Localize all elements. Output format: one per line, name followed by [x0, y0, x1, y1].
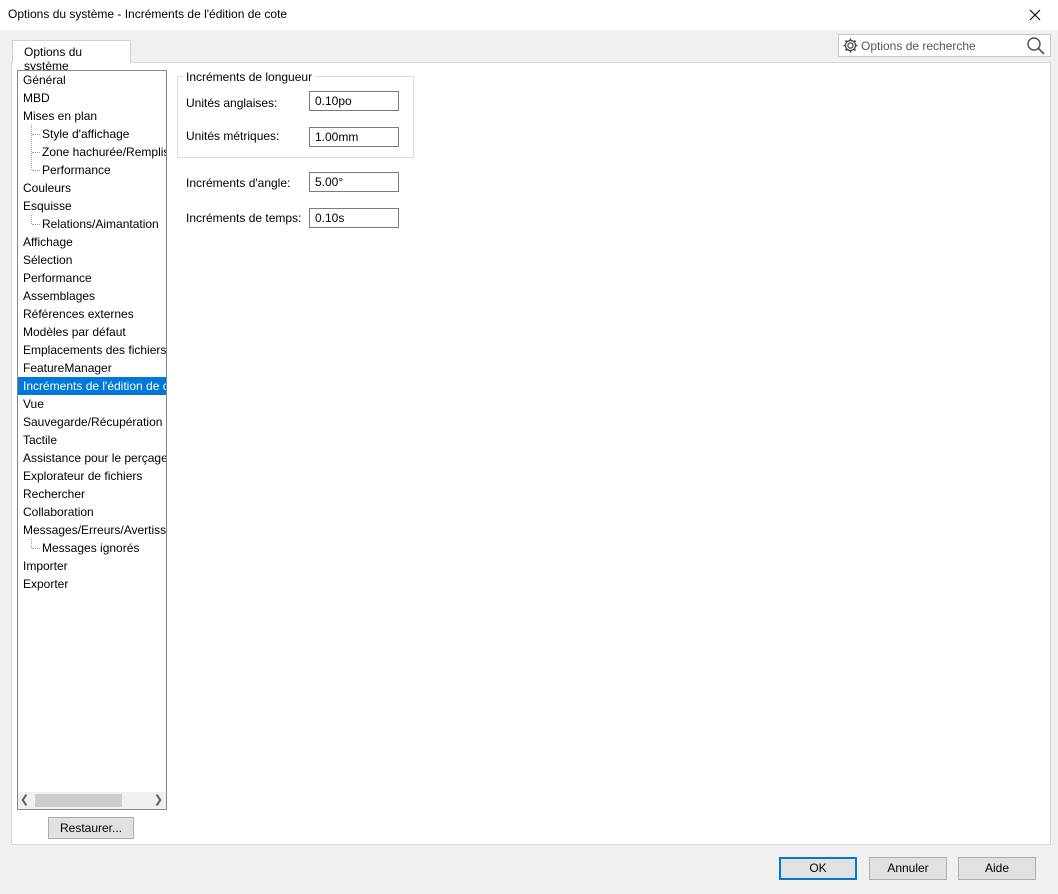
time-increment-label: Incréments de temps:: [186, 211, 302, 225]
window-title: Options du système - Incréments de l'édi…: [8, 7, 288, 21]
tab-system-options[interactable]: Options du système: [12, 40, 131, 73]
tree-connector: [32, 152, 40, 153]
options-tree[interactable]: ❮ ❯ Général MBD Mises en plan Style d'affic…: [17, 70, 167, 810]
english-units-label: Unités anglaises:: [186, 96, 278, 110]
help-button[interactable]: Aide: [958, 857, 1036, 880]
tree-item[interactable]: Vue: [18, 395, 166, 413]
restore-button[interactable]: Restaurer...: [48, 817, 134, 839]
tree-item[interactable]: FeatureManager: [18, 359, 166, 377]
scroll-right-icon[interactable]: ❯: [154, 793, 163, 806]
tree-item[interactable]: Assistance pour le perçage/: [18, 449, 166, 467]
tree-item[interactable]: MBD: [18, 89, 166, 107]
search-box[interactable]: Options de recherche: [838, 34, 1051, 57]
tree-item[interactable]: Couleurs: [18, 179, 166, 197]
tree-item[interactable]: Relations/Aimantation: [18, 215, 166, 233]
tree-connector: [31, 215, 32, 224]
tree-item[interactable]: Sélection: [18, 251, 166, 269]
angle-increment-input[interactable]: 5.00°: [309, 172, 399, 192]
tree-item[interactable]: Messages/Erreurs/Avertissements: [18, 521, 166, 539]
ok-button[interactable]: OK: [779, 857, 857, 880]
tree-item[interactable]: Exporter: [18, 575, 166, 593]
tree-connector: [32, 548, 40, 549]
tree-item[interactable]: Importer: [18, 557, 166, 575]
tree-item[interactable]: Assemblages: [18, 287, 166, 305]
tree-item[interactable]: Affichage: [18, 233, 166, 251]
tree-item[interactable]: Messages ignorés: [18, 539, 166, 557]
length-increments-title: Incréments de longueur: [183, 70, 316, 84]
tree-item[interactable]: Zone hachurée/Remplissage: [18, 143, 166, 161]
title-bar: Options du système - Incréments de l'édi…: [0, 0, 1058, 30]
tree-item[interactable]: Esquisse: [18, 197, 166, 215]
time-increment-input[interactable]: 0.10s: [309, 208, 399, 228]
tree-connector: [31, 539, 32, 548]
tree-connector: [32, 224, 40, 225]
close-button[interactable]: [1012, 0, 1058, 30]
angle-increment-label: Incréments d'angle:: [186, 176, 291, 190]
gear-icon[interactable]: [842, 37, 859, 54]
tree-item[interactable]: Explorateur de fichiers: [18, 467, 166, 485]
search-input[interactable]: Options de recherche: [861, 39, 976, 53]
tree-item[interactable]: Tactile: [18, 431, 166, 449]
tree-item[interactable]: Performance: [18, 161, 166, 179]
tree-item[interactable]: Références externes: [18, 305, 166, 323]
tree-item[interactable]: Sauvegarde/Récupération: [18, 413, 166, 431]
tree-item[interactable]: Mises en plan: [18, 107, 166, 125]
tree-item[interactable]: Collaboration: [18, 503, 166, 521]
content-panel: [11, 62, 1051, 845]
english-units-input[interactable]: 0.10po: [309, 91, 399, 111]
tree-item[interactable]: Emplacements des fichiers: [18, 341, 166, 359]
horizontal-scrollbar[interactable]: ❮ ❯: [18, 792, 166, 809]
scroll-left-icon[interactable]: ❮: [20, 793, 29, 806]
tree-item[interactable]: Rechercher: [18, 485, 166, 503]
tree-item[interactable]: Général: [18, 71, 166, 89]
tree-connector: [32, 134, 40, 135]
scroll-thumb[interactable]: [35, 794, 122, 807]
tree-connector: [31, 125, 32, 170]
tree-item[interactable]: Performance: [18, 269, 166, 287]
metric-units-input[interactable]: 1.00mm: [309, 127, 399, 147]
cancel-button[interactable]: Annuler: [869, 857, 947, 880]
search-icon[interactable]: [1026, 36, 1046, 56]
tree-item[interactable]: Incréments de l'édition de cote: [18, 377, 166, 395]
close-icon: [1029, 9, 1041, 21]
tree-item[interactable]: Style d'affichage: [18, 125, 166, 143]
tree-connector: [32, 170, 40, 171]
options-dialog: Options du système - Incréments de l'édi…: [0, 0, 1058, 894]
tree-item[interactable]: Modèles par défaut: [18, 323, 166, 341]
metric-units-label: Unités métriques:: [186, 129, 280, 143]
